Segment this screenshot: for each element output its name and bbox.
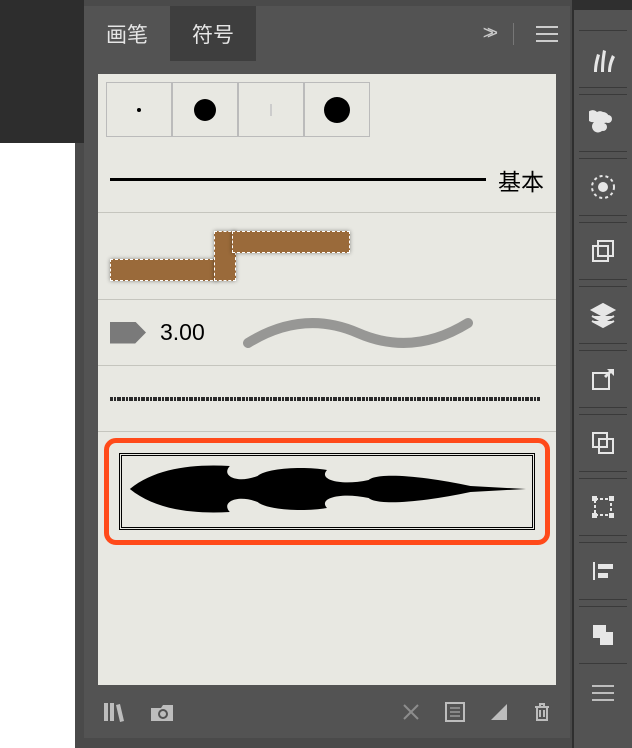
- new-brush-icon[interactable]: [488, 701, 510, 723]
- cc-libraries-icon[interactable]: [148, 701, 176, 723]
- panel-menu-icon[interactable]: [536, 26, 558, 42]
- brush-calligraphic[interactable]: 3.00: [98, 300, 556, 366]
- ink-feather-preview: [128, 462, 526, 516]
- rail-brushes-icon[interactable]: [579, 30, 627, 88]
- rail-align-icon[interactable]: [579, 542, 627, 600]
- brush-preset-line-thin[interactable]: [238, 82, 304, 137]
- brushes-panel: 画笔 符号 >> 基本 3.00: [84, 6, 570, 738]
- brush-basic-label: 基本: [486, 163, 544, 197]
- tab-brushes[interactable]: 画笔: [84, 6, 170, 61]
- brush-preset-dot-small[interactable]: [106, 82, 172, 137]
- divider: [513, 23, 514, 45]
- right-tool-rail: [572, 0, 632, 748]
- delete-brush-icon[interactable]: [532, 701, 552, 723]
- rail-pathfinder-icon[interactable]: [579, 414, 627, 472]
- calligraphic-tip-icon: [110, 322, 146, 344]
- brush-preset-dot-large[interactable]: [304, 82, 370, 137]
- rail-appearance-icon[interactable]: [579, 158, 627, 216]
- rail-layers-icon[interactable]: [579, 286, 627, 344]
- brush-ink-feather[interactable]: [119, 453, 535, 530]
- brush-list: 基本 3.00: [98, 74, 556, 685]
- rail-transform-icon[interactable]: [579, 478, 627, 536]
- rail-menu-icon[interactable]: [579, 664, 627, 722]
- rail-shape-modes-icon[interactable]: [579, 606, 627, 664]
- stroke-options-icon[interactable]: [444, 701, 466, 723]
- brush-basic-preview: [110, 178, 486, 181]
- panel-bottom-toolbar: [84, 685, 570, 738]
- collapse-panel-icon[interactable]: >>: [483, 23, 491, 45]
- remove-stroke-icon[interactable]: [400, 701, 422, 723]
- rail-asset-export-icon[interactable]: [579, 350, 627, 408]
- brush-libraries-icon[interactable]: [102, 701, 126, 723]
- brush-dot-presets: [98, 74, 556, 137]
- brush-basic[interactable]: 基本: [98, 147, 556, 213]
- charcoal-preview: [110, 395, 544, 403]
- brush-preset-dot-medium[interactable]: [172, 82, 238, 137]
- calligraphic-wave-preview: [243, 315, 473, 351]
- brush-rope-preview: [110, 231, 350, 281]
- brush-charcoal-thin[interactable]: [98, 366, 556, 432]
- brush-pattern-rope[interactable]: [98, 213, 556, 300]
- rail-symbols-icon[interactable]: [579, 94, 627, 152]
- panel-tabs: 画笔 符号 >>: [84, 6, 570, 61]
- calligraphic-size: 3.00: [160, 319, 205, 346]
- brush-selected-highlight: [104, 438, 550, 545]
- rail-artboards-icon[interactable]: [579, 222, 627, 280]
- tab-symbols[interactable]: 符号: [170, 6, 256, 61]
